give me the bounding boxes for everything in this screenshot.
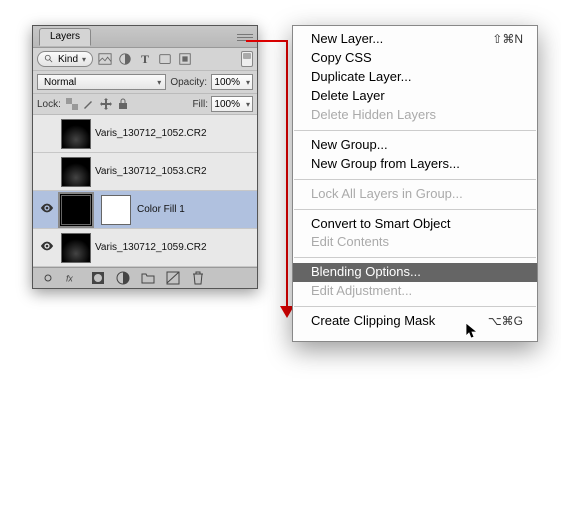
menu-item[interactable]: Blending Options... (293, 263, 537, 282)
lock-move-icon[interactable] (100, 98, 112, 110)
menu-item-shortcut: ⌥⌘G (488, 315, 523, 329)
menu-item: Lock All Layers in Group... (293, 185, 537, 204)
layer-thumbnail[interactable] (61, 157, 91, 187)
filter-kind-label: Kind (58, 54, 78, 65)
blend-row: Normal Opacity: 100% (33, 71, 257, 94)
mask-icon[interactable] (91, 271, 105, 285)
visibility-toggle[interactable] (33, 201, 61, 218)
panel-tabbar: Layers (33, 26, 257, 48)
layer-thumbnail[interactable] (61, 195, 91, 225)
menu-item[interactable]: Convert to Smart Object (293, 215, 537, 234)
menu-item-label: Delete Hidden Layers (311, 108, 436, 123)
opacity-label: Opacity: (170, 77, 207, 88)
eye-icon (40, 201, 54, 218)
type-icon[interactable]: T (138, 52, 152, 66)
layer-name[interactable]: Varis_130712_1052.CR2 (95, 128, 207, 139)
eye-icon (40, 239, 54, 256)
panel-menu-icon[interactable] (237, 30, 253, 44)
visibility-toggle[interactable] (33, 239, 61, 256)
menu-item-label: Edit Contents (311, 235, 389, 250)
menu-item-label: Convert to Smart Object (311, 217, 450, 232)
fill-label: Fill: (192, 99, 208, 110)
menu-item[interactable]: Create Clipping Mask ⌥⌘G (293, 312, 537, 331)
menu-item: Edit Contents (293, 233, 537, 252)
group-icon[interactable] (141, 271, 155, 285)
layer-row[interactable]: Varis_130712_1053.CR2 (33, 153, 257, 191)
layer-row[interactable]: Color Fill 1 (33, 191, 257, 229)
layer-name[interactable]: Varis_130712_1059.CR2 (95, 242, 207, 253)
menu-separator (294, 209, 536, 210)
adjust-icon[interactable] (118, 52, 132, 66)
opacity-input[interactable]: 100% (211, 74, 253, 90)
menu-item-label: Duplicate Layer... (311, 70, 411, 85)
torn-edge (290, 400, 540, 500)
callout-arrow (286, 40, 288, 312)
lock-trans-icon[interactable] (66, 98, 78, 110)
smart-icon[interactable] (178, 52, 192, 66)
layers-panel: Layers Kind ▾ T Normal Opacity: 100% Loc… (32, 25, 258, 289)
layer-list: Varis_130712_1052.CR2 Varis_130712_1053.C… (33, 115, 257, 267)
menu-item-label: New Group from Layers... (311, 157, 460, 172)
lock-all-icon[interactable] (117, 98, 129, 110)
menu-item-label: New Group... (311, 138, 388, 153)
layer-thumbnail[interactable] (61, 233, 91, 263)
menu-separator (294, 306, 536, 307)
layer-row[interactable]: Varis_130712_1052.CR2 (33, 115, 257, 153)
adjustment-icon[interactable] (116, 271, 130, 285)
menu-item-label: Lock All Layers in Group... (311, 187, 463, 202)
filter-icons: T (98, 52, 192, 66)
menu-item[interactable]: Duplicate Layer... (293, 68, 537, 87)
layer-name[interactable]: Varis_130712_1053.CR2 (95, 166, 207, 177)
menu-item[interactable]: New Layer... ⇧⌘N (293, 30, 537, 49)
menu-item-label: New Layer... (311, 32, 383, 47)
image-icon[interactable] (98, 52, 112, 66)
layer-row[interactable]: Varis_130712_1059.CR2 (33, 229, 257, 267)
layers-tab[interactable]: Layers (39, 28, 91, 46)
svg-text:fx: fx (66, 274, 73, 284)
blend-mode-select[interactable]: Normal (37, 74, 166, 90)
menu-item: Delete Hidden Layers (293, 106, 537, 125)
menu-item: Edit Adjustment... (293, 282, 537, 301)
menu-item-shortcut: ⇧⌘N (492, 33, 523, 47)
fill-input[interactable]: 100% (211, 96, 253, 112)
menu-item-label: Edit Adjustment... (311, 284, 412, 299)
menu-item-label: Copy CSS (311, 51, 372, 66)
menu-item-label: Create Clipping Mask (311, 314, 435, 329)
filter-toggle[interactable] (241, 51, 253, 67)
filter-kind-select[interactable]: Kind ▾ (37, 51, 93, 67)
new-layer-icon[interactable] (166, 271, 180, 285)
lock-label: Lock: (37, 99, 61, 110)
mask-thumbnail[interactable] (101, 195, 131, 225)
menu-item[interactable]: Delete Layer (293, 87, 537, 106)
trash-icon[interactable] (191, 271, 205, 285)
lock-brush-icon[interactable] (83, 98, 95, 110)
fx-icon[interactable]: fx (66, 271, 80, 285)
link-icon[interactable] (41, 271, 55, 285)
cursor-icon (466, 323, 480, 341)
menu-item[interactable]: New Group from Layers... (293, 155, 537, 174)
menu-item[interactable]: New Group... (293, 136, 537, 155)
layer-thumbnail[interactable] (61, 119, 91, 149)
lock-row: Lock: Fill: 100% (33, 94, 257, 115)
menu-item[interactable]: Copy CSS (293, 49, 537, 68)
menu-item-label: Blending Options... (311, 265, 421, 280)
menu-item-label: Delete Layer (311, 89, 385, 104)
panel-flyout-menu: New Layer... ⇧⌘N Copy CSS Duplicate Layer..… (292, 25, 538, 342)
filter-row: Kind ▾ T (33, 48, 257, 71)
menu-separator (294, 179, 536, 180)
shape-icon[interactable] (158, 52, 172, 66)
menu-separator (294, 257, 536, 258)
layer-name[interactable]: Color Fill 1 (137, 204, 185, 215)
menu-separator (294, 130, 536, 131)
panel-bottom: fx (33, 267, 257, 288)
